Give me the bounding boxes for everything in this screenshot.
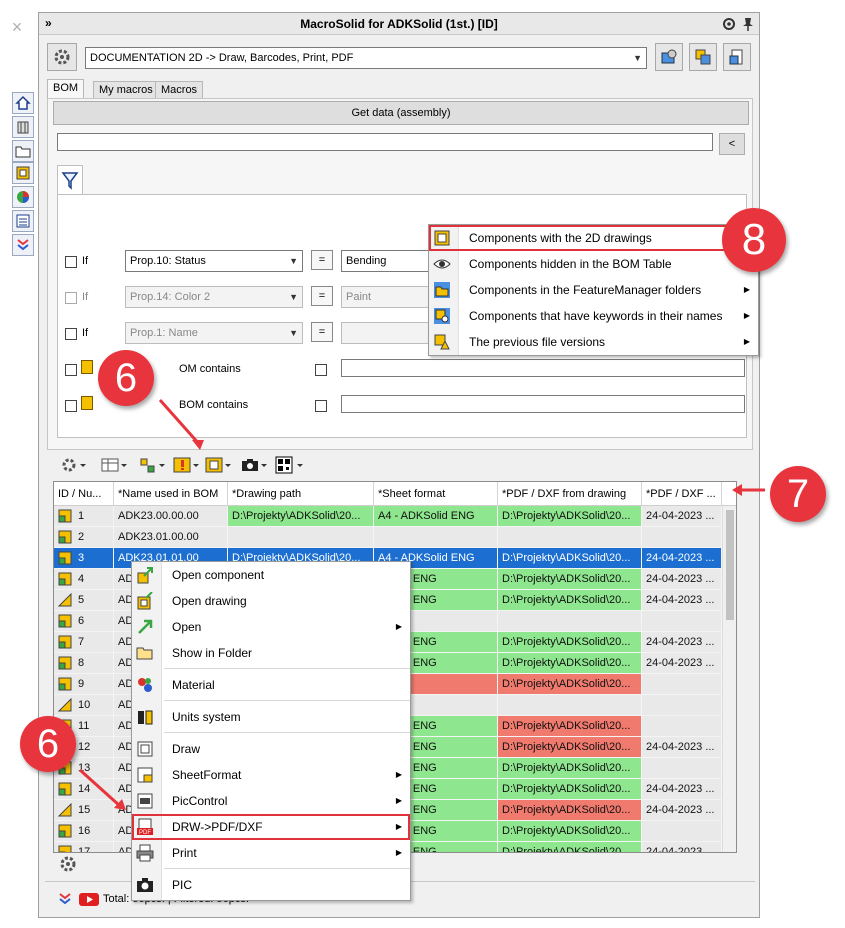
callout-arrow-a bbox=[158, 399, 202, 446]
callout-8: 8 bbox=[722, 208, 786, 272]
callout-arrows bbox=[78, 399, 765, 810]
callout-arrowhead-a bbox=[192, 440, 204, 450]
callout-6-menu: 6 bbox=[20, 716, 76, 772]
callout-7: 7 bbox=[770, 466, 826, 522]
callout-arrow-b bbox=[78, 768, 122, 808]
callout-6-toolbar: 6 bbox=[98, 350, 154, 406]
callout-arrowhead-c bbox=[732, 484, 742, 496]
